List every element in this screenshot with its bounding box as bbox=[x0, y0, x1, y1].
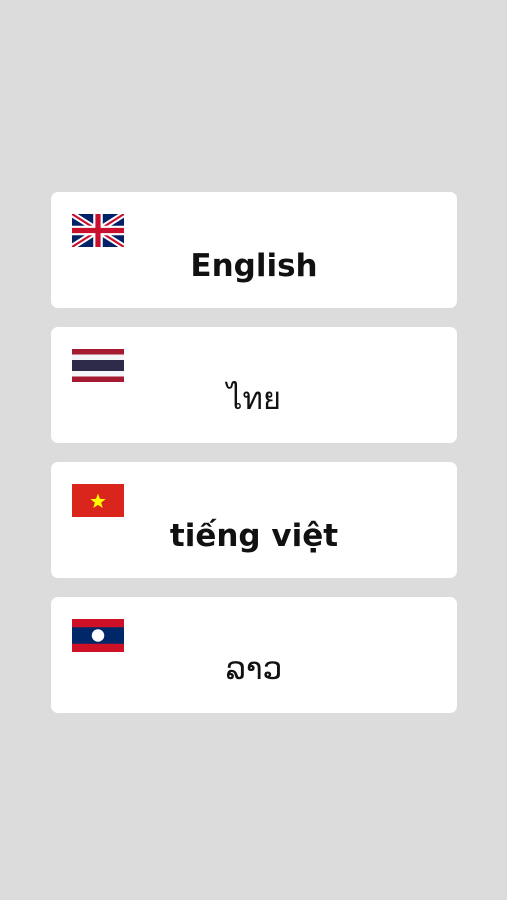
laos-flag-icon bbox=[72, 619, 124, 652]
vietnam-flag-icon bbox=[72, 484, 124, 517]
thailand-flag-icon bbox=[72, 349, 124, 382]
language-label: ລາວ bbox=[225, 651, 283, 687]
language-label: English bbox=[190, 248, 318, 284]
uk-flag-icon bbox=[72, 214, 124, 247]
language-label: tiếng việt bbox=[169, 518, 339, 554]
language-label: ไทย bbox=[226, 381, 282, 417]
language-option-vietnamese[interactable]: tiếng việt bbox=[51, 462, 457, 578]
language-select-screen: { "languages": [ {"label": "English", "f… bbox=[0, 0, 507, 900]
language-option-english[interactable]: English bbox=[51, 192, 457, 308]
language-option-lao[interactable]: ລາວ bbox=[51, 597, 457, 713]
language-list: English ไทย tiếng việt ລາວ bbox=[51, 192, 457, 732]
language-option-thai[interactable]: ไทย bbox=[51, 327, 457, 443]
